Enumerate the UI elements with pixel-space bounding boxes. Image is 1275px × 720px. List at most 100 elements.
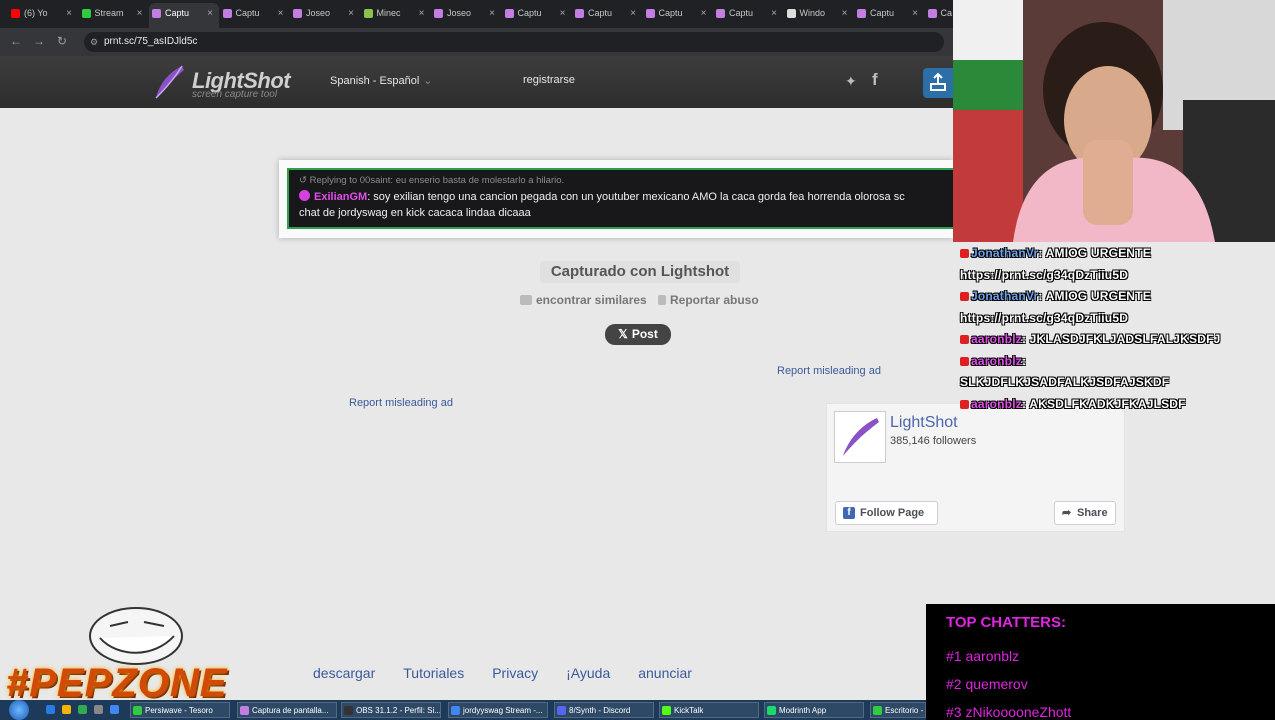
taskbar-window-button[interactable]: Persiwave - Tesoro (130, 702, 230, 718)
facebook-page-avatar[interactable] (834, 411, 886, 463)
footer-link[interactable]: Tutoriales (403, 665, 464, 681)
tab-favicon-icon (363, 9, 373, 18)
top-chatters-title: TOP CHATTERS: (946, 614, 1067, 631)
taskbar-window-label: Persiwave - Tesoro (145, 706, 213, 715)
tab-label: Captu (870, 8, 895, 18)
close-tab-icon[interactable]: × (630, 3, 636, 24)
browser-tab[interactable]: Captu × (713, 3, 783, 28)
facebook-icon[interactable]: f (872, 70, 878, 90)
report-ad-link[interactable]: Report misleading ad (777, 365, 881, 377)
x-post-button[interactable]: 𝕏 Post (605, 324, 671, 345)
taskbar-window-label: Modrinth App (779, 706, 827, 715)
browser-tab[interactable]: Minec × (361, 3, 431, 28)
windows-taskbar: Persiwave - Tesoro Captura de pantalla...… (0, 700, 926, 720)
browser-tab[interactable]: Joseo × (431, 3, 501, 28)
stream-chat-username: aaronblz (971, 332, 1022, 346)
browser-tab[interactable]: Joseo × (290, 3, 360, 28)
close-tab-icon[interactable]: × (278, 3, 284, 24)
close-tab-icon[interactable]: × (912, 3, 918, 24)
close-tab-icon[interactable]: × (771, 3, 777, 24)
close-tab-icon[interactable]: × (66, 3, 72, 24)
follow-page-button[interactable]: f Follow Page (835, 501, 938, 525)
facebook-page-name[interactable]: LightShot (890, 414, 958, 432)
taskbar-window-label: OBS 31.1.2 - Perfil: Si... (356, 706, 441, 715)
footer-link[interactable]: descargar (313, 665, 375, 681)
stream-chat-text: SLKJDFLKJSADFALKJSDFAJSKDF (960, 375, 1170, 389)
taskbar-pinned-icon[interactable] (44, 702, 58, 718)
stream-chat-line: SLKJDFLKJSADFALKJSDFAJSKDF (960, 375, 1169, 389)
language-selector[interactable]: Spanish - Español ⌄ (330, 74, 433, 87)
browser-tab[interactable]: Captu × (149, 3, 219, 28)
upload-button[interactable] (923, 68, 953, 98)
browser-tab[interactable]: Windo × (784, 3, 854, 28)
feather-logo-icon[interactable] (152, 64, 188, 102)
chat-badge-icon (960, 292, 969, 301)
taskbar-window-label: Captura de pantalla... (252, 706, 329, 715)
app-icon (78, 705, 87, 714)
taskbar-window-button[interactable]: 8/Synth - Discord (554, 702, 654, 718)
facebook-page-widget: LightShot 385,146 followers f Follow Page… (826, 403, 1125, 532)
stream-chat-username: JonathanVr (971, 246, 1039, 260)
tab-favicon-icon (222, 9, 232, 18)
taskbar-window-button[interactable]: KickTalk (659, 702, 759, 718)
tab-label: (6) Yo (24, 8, 48, 18)
taskbar-pinned-icon[interactable] (60, 702, 74, 718)
browser-tab[interactable]: Captu × (220, 3, 290, 28)
taskbar-pinned-icon[interactable] (108, 702, 122, 718)
footer-link[interactable]: Privacy (492, 665, 538, 681)
browser-tab[interactable]: Captu × (643, 3, 713, 28)
browser-tab[interactable]: Captu × (572, 3, 642, 28)
browser-tab[interactable]: Captu × (502, 3, 572, 28)
taskbar-window-button[interactable]: jordyyswag Stream -... (448, 702, 548, 718)
browser-tab[interactable]: (6) Yo × (8, 3, 78, 28)
stream-chat-text: https://prnt.sc/g34qDzTiiu5D (960, 268, 1129, 282)
screenshot-image[interactable]: ↺ Replying to 00saint: eu enserio basta … (287, 168, 953, 229)
tab-favicon-icon (927, 9, 937, 18)
tab-label: Ca (940, 8, 953, 18)
taskbar-window-button[interactable]: Captura de pantalla... (237, 702, 337, 718)
site-info-icon[interactable]: ⚙ (90, 32, 98, 52)
tab-label: Captu (588, 8, 613, 18)
forward-icon[interactable]: → (33, 34, 45, 48)
browser-tab[interactable]: Stream × (79, 3, 149, 28)
browser-nav-bar: ← → ↻ ⚙ prnt.sc/75_asIDJld5c (0, 28, 953, 56)
address-bar[interactable]: ⚙ prnt.sc/75_asIDJld5c (84, 32, 944, 52)
taskbar-window-button[interactable]: OBS 31.1.2 - Perfil: Si... (341, 702, 441, 718)
close-tab-icon[interactable]: × (137, 3, 143, 24)
tab-label: Joseo (447, 8, 472, 18)
reload-icon[interactable]: ↻ (57, 34, 67, 48)
taskbar-pinned-icon[interactable] (76, 702, 90, 718)
tab-label: Captu (729, 8, 754, 18)
windows-start-icon[interactable] (9, 700, 29, 720)
url-text: prnt.sc/75_asIDJld5c (104, 36, 198, 47)
top-chatter-row: #3 zNikooooneZhott (946, 704, 1072, 720)
back-icon[interactable]: ← (10, 34, 22, 48)
footer-link[interactable]: ¡Ayuda (566, 665, 610, 681)
report-abuse-link[interactable]: Reportar abuso (658, 293, 759, 307)
footer-link[interactable]: anunciar (638, 665, 692, 681)
tab-favicon-icon (152, 9, 161, 18)
twitter-icon[interactable]: ✦ (845, 73, 857, 90)
close-tab-icon[interactable]: × (489, 3, 495, 24)
close-tab-icon[interactable]: × (348, 3, 354, 24)
app-icon (451, 706, 460, 715)
share-button[interactable]: ➦ Share (1054, 501, 1116, 525)
close-tab-icon[interactable]: × (701, 3, 707, 24)
close-tab-icon[interactable]: × (419, 3, 425, 24)
report-ad-link-secondary[interactable]: Report misleading ad (349, 397, 453, 409)
find-similar-link[interactable]: encontrar similares (520, 293, 647, 307)
taskbar-window-button[interactable]: Modrinth App (764, 702, 864, 718)
close-tab-icon[interactable]: × (842, 3, 848, 24)
close-tab-icon[interactable]: × (560, 3, 566, 24)
report-abuse-label: Reportar abuso (670, 293, 759, 307)
close-tab-icon[interactable]: × (207, 3, 213, 24)
taskbar-window-button[interactable]: Escritorio - (870, 702, 926, 718)
browser-tab[interactable]: Ca× (925, 3, 954, 28)
taskbar-pinned-icon[interactable] (92, 702, 106, 718)
chat-message: ExilianGM: soy exilian tengo una cancion… (299, 190, 905, 203)
browser-tab[interactable]: Captu × (854, 3, 924, 28)
chat-badge-icon (960, 357, 969, 366)
language-label: Spanish - Español (330, 75, 420, 87)
captured-badge[interactable]: Capturado con Lightshot (540, 261, 740, 283)
register-link[interactable]: registrarse (523, 74, 575, 86)
